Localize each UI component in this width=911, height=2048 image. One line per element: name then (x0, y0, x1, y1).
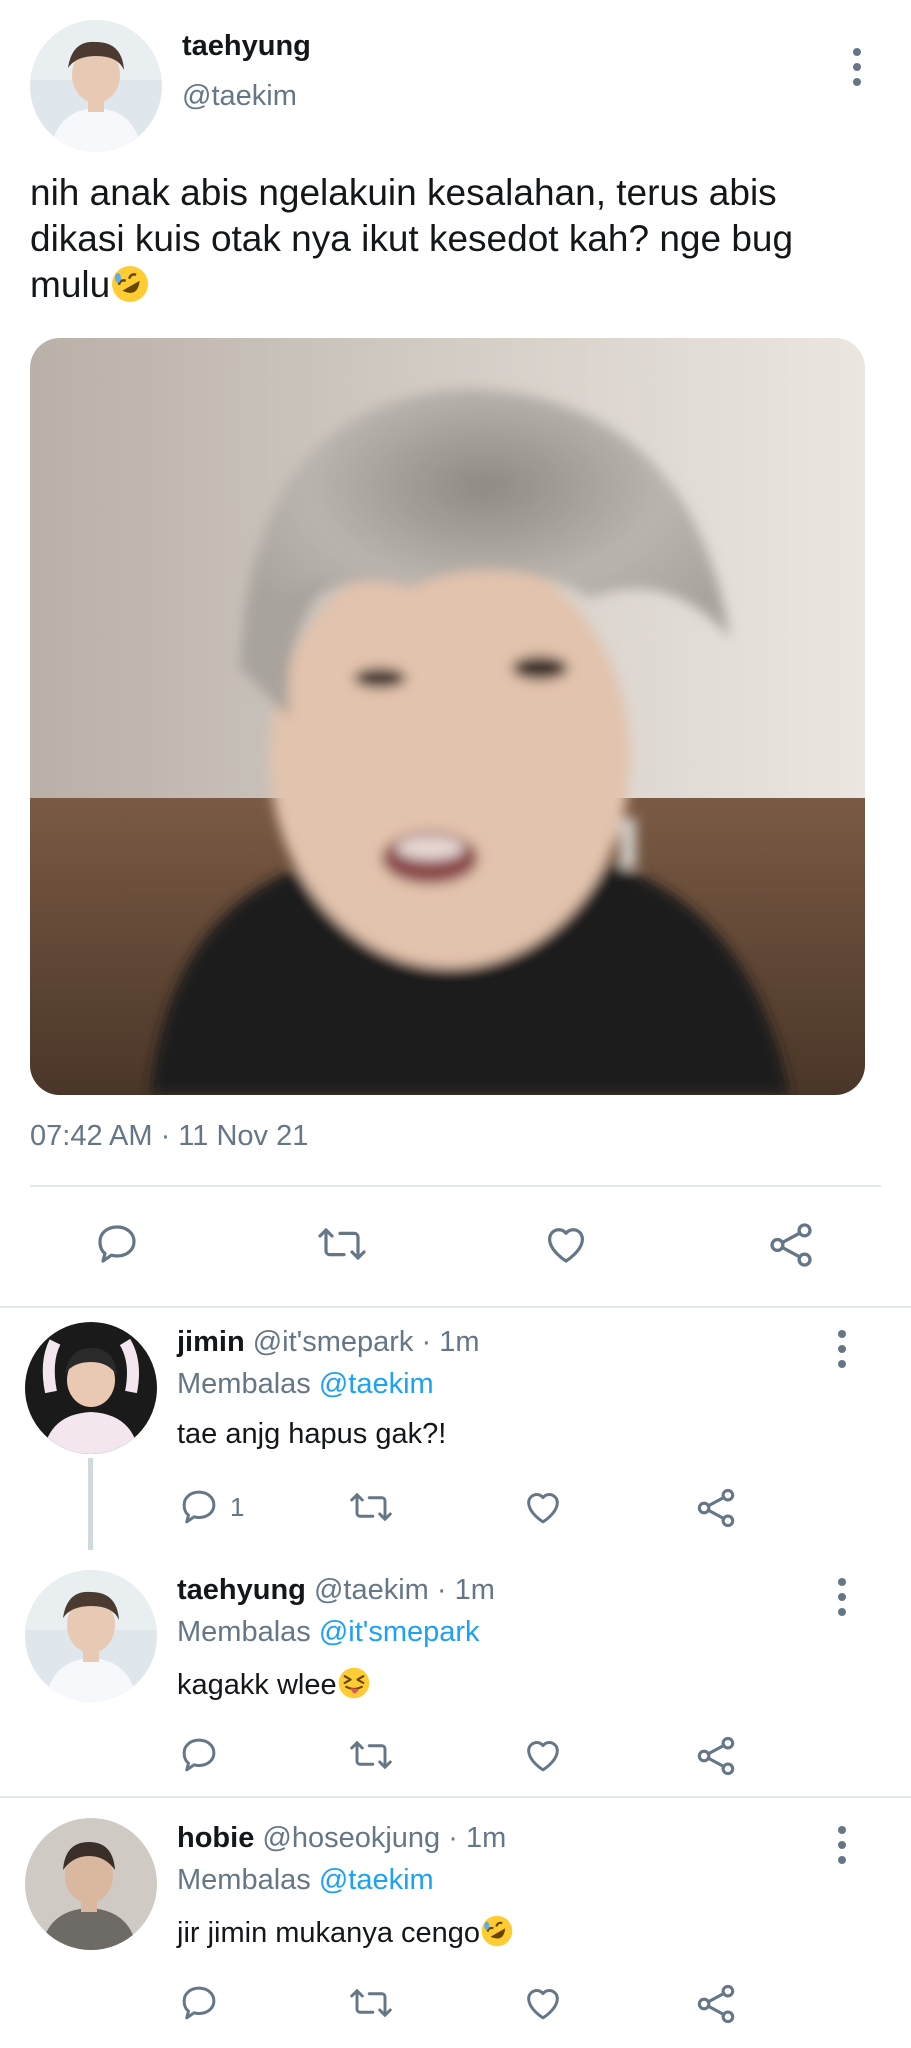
share-button[interactable] (694, 1486, 738, 1530)
heart-icon (547, 1228, 585, 1263)
reply-time: · 1m (448, 1822, 507, 1854)
reply-time: · 1m (421, 1326, 480, 1358)
share-icon (770, 1223, 812, 1267)
retweet-button[interactable] (347, 1982, 395, 2024)
replying-to: Membalas @it'smepark (177, 1616, 480, 1648)
thread-line (88, 1458, 93, 1550)
tweet-timestamp: 07:42 AM · 11 Nov 21 (30, 1120, 309, 1152)
reply-header: jimin @it'smepark · 1m (177, 1326, 479, 1359)
reply-author-name[interactable]: jimin (177, 1326, 245, 1358)
retweet-button[interactable] (347, 1734, 395, 1776)
reply-icon (182, 1986, 216, 2020)
reply-header: hobie @hoseokjung · 1m (177, 1822, 506, 1855)
rolling-on-floor-laughing-emoji (112, 266, 149, 302)
divider (30, 1185, 881, 1187)
reply-author-handle[interactable]: @it'smepark (253, 1326, 414, 1358)
divider (0, 1796, 911, 1798)
replying-to: Membalas @taekim (177, 1368, 434, 1400)
divider (0, 1306, 911, 1308)
reply-time: · 1m (436, 1574, 495, 1606)
avatar[interactable] (25, 1322, 157, 1454)
more-options-icon[interactable] (836, 1826, 848, 1864)
heart-icon (527, 1741, 559, 1772)
reply-author-handle[interactable]: @hoseokjung (262, 1822, 440, 1854)
mention-link[interactable]: @taekim (319, 1368, 434, 1400)
reply-header: taehyung @taekim · 1m (177, 1574, 495, 1607)
mention-link[interactable]: @taekim (319, 1864, 434, 1896)
reply-icon (98, 1225, 136, 1263)
author-name[interactable]: taehyung (182, 30, 311, 63)
reply-icon (182, 1738, 216, 1772)
tweet-text: nih anak abis ngelakuin kesalahan, terus… (30, 172, 794, 305)
rolling-on-floor-laughing-emoji (481, 1915, 513, 1947)
avatar[interactable] (25, 1818, 157, 1950)
reply-button[interactable] (178, 1734, 220, 1776)
avatar[interactable] (30, 20, 162, 152)
reply-author-handle[interactable]: @taekim (314, 1574, 429, 1606)
more-options-icon[interactable] (851, 48, 863, 86)
share-icon (697, 1488, 735, 1528)
retweet-icon (350, 1493, 392, 1521)
tweet-actions (0, 1210, 911, 1280)
share-button[interactable] (694, 1982, 738, 2026)
reply-tweet[interactable]: taehyung @taekim · 1m Membalas @it'smepa… (0, 1558, 911, 1803)
author-handle[interactable]: @taekim (182, 80, 297, 113)
more-options-icon[interactable] (836, 1578, 848, 1616)
reply-author-name[interactable]: hobie (177, 1822, 254, 1854)
reply-tweet[interactable]: hobie @hoseokjung · 1m Membalas @taekim … (0, 1806, 911, 2048)
squinting-face-with-tongue-emoji (338, 1667, 369, 1699)
retweet-icon (318, 1228, 366, 1260)
reply-text: jir jimin mukanya cengo (177, 1914, 514, 1950)
tweet-image[interactable] (30, 338, 865, 1095)
mention-link[interactable]: @it'smepark (319, 1616, 480, 1648)
retweet-icon (350, 1741, 392, 1769)
reply-button[interactable]: 1 (178, 1486, 244, 1528)
like-button[interactable] (521, 1734, 565, 1776)
reply-text: tae anjg hapus gak?! (177, 1418, 447, 1450)
like-button[interactable] (521, 1486, 565, 1528)
share-icon (697, 1736, 735, 1776)
reply-icon (182, 1490, 216, 1524)
main-tweet: taehyung @taekim nih anak abis ngelakuin… (0, 0, 911, 1310)
retweet-button[interactable] (347, 1486, 395, 1528)
retweet-button[interactable] (315, 1220, 369, 1268)
like-button[interactable] (521, 1982, 565, 2024)
reply-button[interactable] (93, 1220, 141, 1268)
reply-text: kagakk wlee (177, 1666, 371, 1702)
more-options-icon[interactable] (836, 1330, 848, 1368)
reply-tweet[interactable]: jimin @it'smepark · 1m Membalas @taekim … (0, 1310, 911, 1555)
heart-icon (527, 1989, 559, 2020)
share-button[interactable] (694, 1734, 738, 1778)
replying-to: Membalas @taekim (177, 1864, 434, 1896)
reply-author-name[interactable]: taehyung (177, 1574, 306, 1606)
reply-count: 1 (230, 1491, 245, 1522)
share-button[interactable] (766, 1220, 816, 1270)
avatar[interactable] (25, 1570, 157, 1702)
retweet-icon (350, 1989, 392, 2017)
reply-button[interactable] (178, 1982, 220, 2024)
heart-icon (527, 1493, 559, 1524)
like-button[interactable] (541, 1220, 591, 1268)
share-icon (697, 1984, 735, 2024)
